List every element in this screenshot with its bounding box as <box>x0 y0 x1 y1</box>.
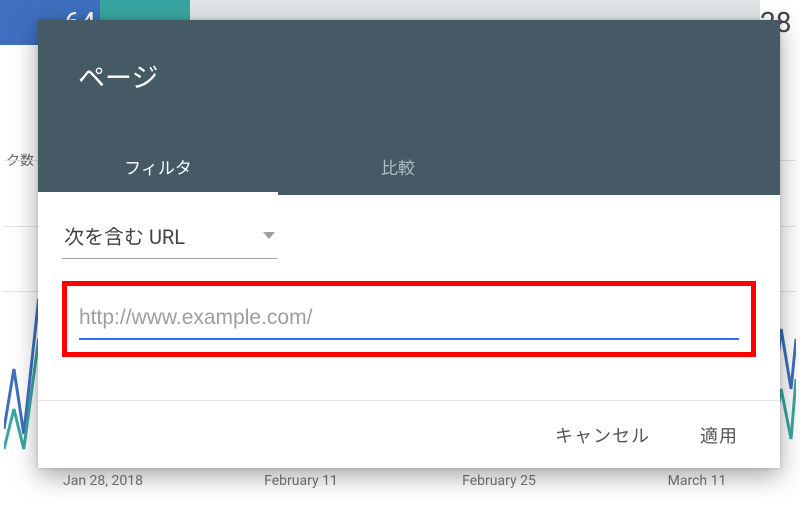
chevron-down-icon <box>263 232 275 239</box>
cancel-button[interactable]: キャンセル <box>545 414 660 456</box>
axis-date: February 11 <box>202 473 400 489</box>
url-input-highlight <box>62 281 756 357</box>
axis-date: Jan 28, 2018 <box>4 473 202 489</box>
apply-button[interactable]: 適用 <box>690 414 748 456</box>
modal-tabs: フィルタ 比較 <box>38 140 780 195</box>
axis-date: March 11 <box>598 473 796 489</box>
modal-title: ページ <box>38 20 780 140</box>
x-axis-dates: Jan 28, 2018 February 11 February 25 Mar… <box>4 473 796 489</box>
match-type-dropdown[interactable]: 次を含む URL <box>62 217 277 259</box>
modal-body: 次を含む URL <box>38 195 780 400</box>
modal-header: ページ フィルタ 比較 <box>38 20 780 195</box>
modal-footer: キャンセル 適用 <box>38 400 780 468</box>
axis-date: February 25 <box>400 473 598 489</box>
page-filter-modal: ページ フィルタ 比較 次を含む URL キャンセル 適用 <box>38 20 780 468</box>
tab-compare[interactable]: 比較 <box>278 140 518 195</box>
dropdown-label: 次を含む URL <box>64 221 185 250</box>
tab-filter[interactable]: フィルタ <box>38 140 278 195</box>
url-input[interactable] <box>79 304 739 340</box>
